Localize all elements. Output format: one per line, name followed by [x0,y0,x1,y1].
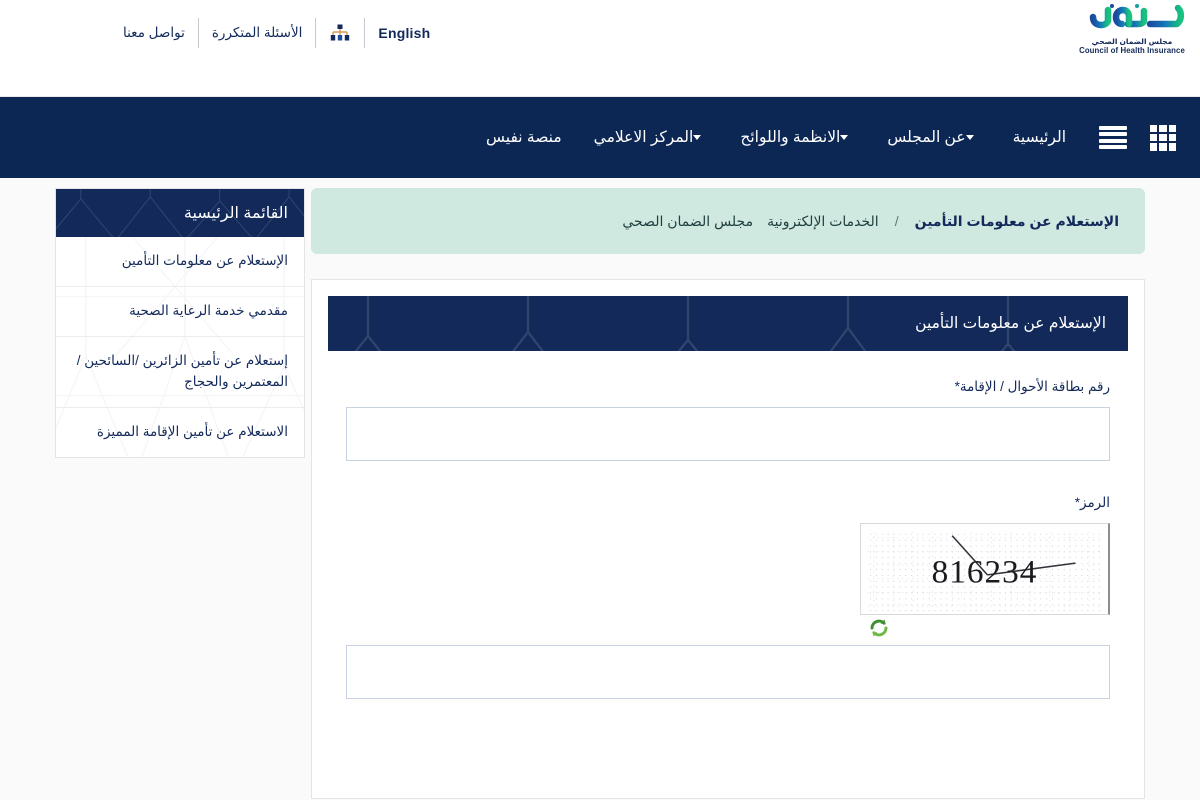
sitemap-icon [331,24,350,41]
nav-item-label: الانظمة واللوائح [740,129,841,146]
sidebar-title: القائمة الرئيسية [56,189,304,237]
sidebar-title-label: القائمة الرئيسية [183,205,288,222]
chevron-down-icon [965,135,974,141]
breadcrumb: الإستعلام عن معلومات التأمين / الخدمات ا… [311,188,1145,254]
divider [197,18,199,48]
captcha-row: 816234 [346,523,1110,615]
svg-text:816234: 816234 [932,554,1038,591]
content-container: الإستعلام عن معلومات التأمين / الخدمات ا… [55,178,1145,799]
grid-apps-button[interactable] [1145,121,1181,155]
main-column: الإستعلام عن معلومات التأمين / الخدمات ا… [305,188,1145,799]
nav-item-label: منصة نفيس [486,129,562,146]
captcha-input-block [346,645,1110,699]
breadcrumb-separator: / [894,213,899,229]
chevron-down-icon [840,135,849,141]
captcha-input[interactable] [346,645,1110,699]
daman-wordmark-icon [1089,4,1185,29]
panel-header: الإستعلام عن معلومات التأمين [328,296,1128,351]
main-navigation-bar: الرئيسية عن المجلس الانظمة واللوائح المر… [0,97,1200,178]
logo-subtitle-ar: مجلس الضمان الصحي [1091,37,1173,46]
sidebar-item-premium-residency[interactable]: الاستعلام عن تأمين الإقامة المميزة [56,408,304,457]
chevron-down-icon [693,135,702,141]
id-field-block: رقم بطاقة الأحوال / الإقامة* [346,379,1110,461]
page-body: الإستعلام عن معلومات التأمين / الخدمات ا… [0,178,1200,800]
captcha-code-icon: 816234 [862,524,1107,614]
id-field-label: رقم بطاقة الأحوال / الإقامة* [954,379,1110,394]
faq-link[interactable]: الأسئلة المتكررة [199,18,316,48]
nav-item-label: المركز الاعلامي [593,129,694,146]
sidebar-list: الإستعلام عن معلومات التأمين مقدمي خدمة … [56,237,304,457]
nav-item-home[interactable]: الرئيسية [997,97,1082,178]
sidebar-item-visitors-insurance[interactable]: إستعلام عن تأمين الزائرين /السائحين / ال… [56,337,304,408]
language-switch-link[interactable]: English [365,18,443,48]
panel-title: الإستعلام عن معلومات التأمين [915,315,1106,332]
hamburger-menu-icon [1099,125,1127,150]
breadcrumb-item-current: الإستعلام عن معلومات التأمين [914,212,1119,229]
breadcrumb-item-home[interactable]: مجلس الضمان الصحي [622,213,753,230]
site-logo[interactable]: مجلس الضمان الصحي Council of Health Insu… [1072,2,1192,55]
form-area: رقم بطاقة الأحوال / الإقامة* الرمز* 8162… [328,351,1128,719]
nav-item-label: الرئيسية [1012,129,1066,146]
sitemap-link[interactable] [316,24,364,42]
breadcrumb-item-eservices[interactable]: الخدمات الإلكترونية [767,213,879,230]
divider [315,18,317,48]
inquiry-form-panel: الإستعلام عن معلومات التأمين رقم بطاقة ا… [311,279,1145,799]
divider [364,18,366,48]
nav-item-regulations[interactable]: الانظمة واللوائح [724,97,871,178]
top-utility-bar: تواصل معنا الأسئلة المتكررة English مجلس… [0,0,1200,97]
national-id-input[interactable] [346,407,1110,461]
nav-item-nphies-platform[interactable]: منصة نفيس [470,97,578,178]
captcha-field-label: الرمز* [1074,495,1110,510]
logo-subtitle-en: Council of Health Insurance [1079,46,1185,55]
nav-item-label: عن المجلس [887,129,966,146]
captcha-label-block: الرمز* [346,495,1110,511]
refresh-icon[interactable] [868,617,890,639]
sidebar: القائمة الرئيسية الإستعلام عن معلومات ال… [55,188,305,458]
nav-links: الرئيسية عن المجلس الانظمة واللوائح المر… [470,97,1082,178]
contact-us-link[interactable]: تواصل معنا [110,18,198,48]
grid-apps-icon [1150,124,1176,151]
captcha-image: 816234 [860,523,1110,615]
top-utility-links: تواصل معنا الأسئلة المتكررة English [110,18,443,48]
sidebar-item-healthcare-providers[interactable]: مقدمي خدمة الرعاية الصحية [56,287,304,337]
sidebar-item-insurance-inquiry[interactable]: الإستعلام عن معلومات التأمين [56,237,304,287]
nav-item-media-center[interactable]: المركز الاعلامي [578,97,725,178]
nav-item-about-council[interactable]: عن المجلس [871,97,996,178]
captcha-refresh-row [346,617,1110,639]
hamburger-menu-button[interactable] [1095,121,1131,155]
